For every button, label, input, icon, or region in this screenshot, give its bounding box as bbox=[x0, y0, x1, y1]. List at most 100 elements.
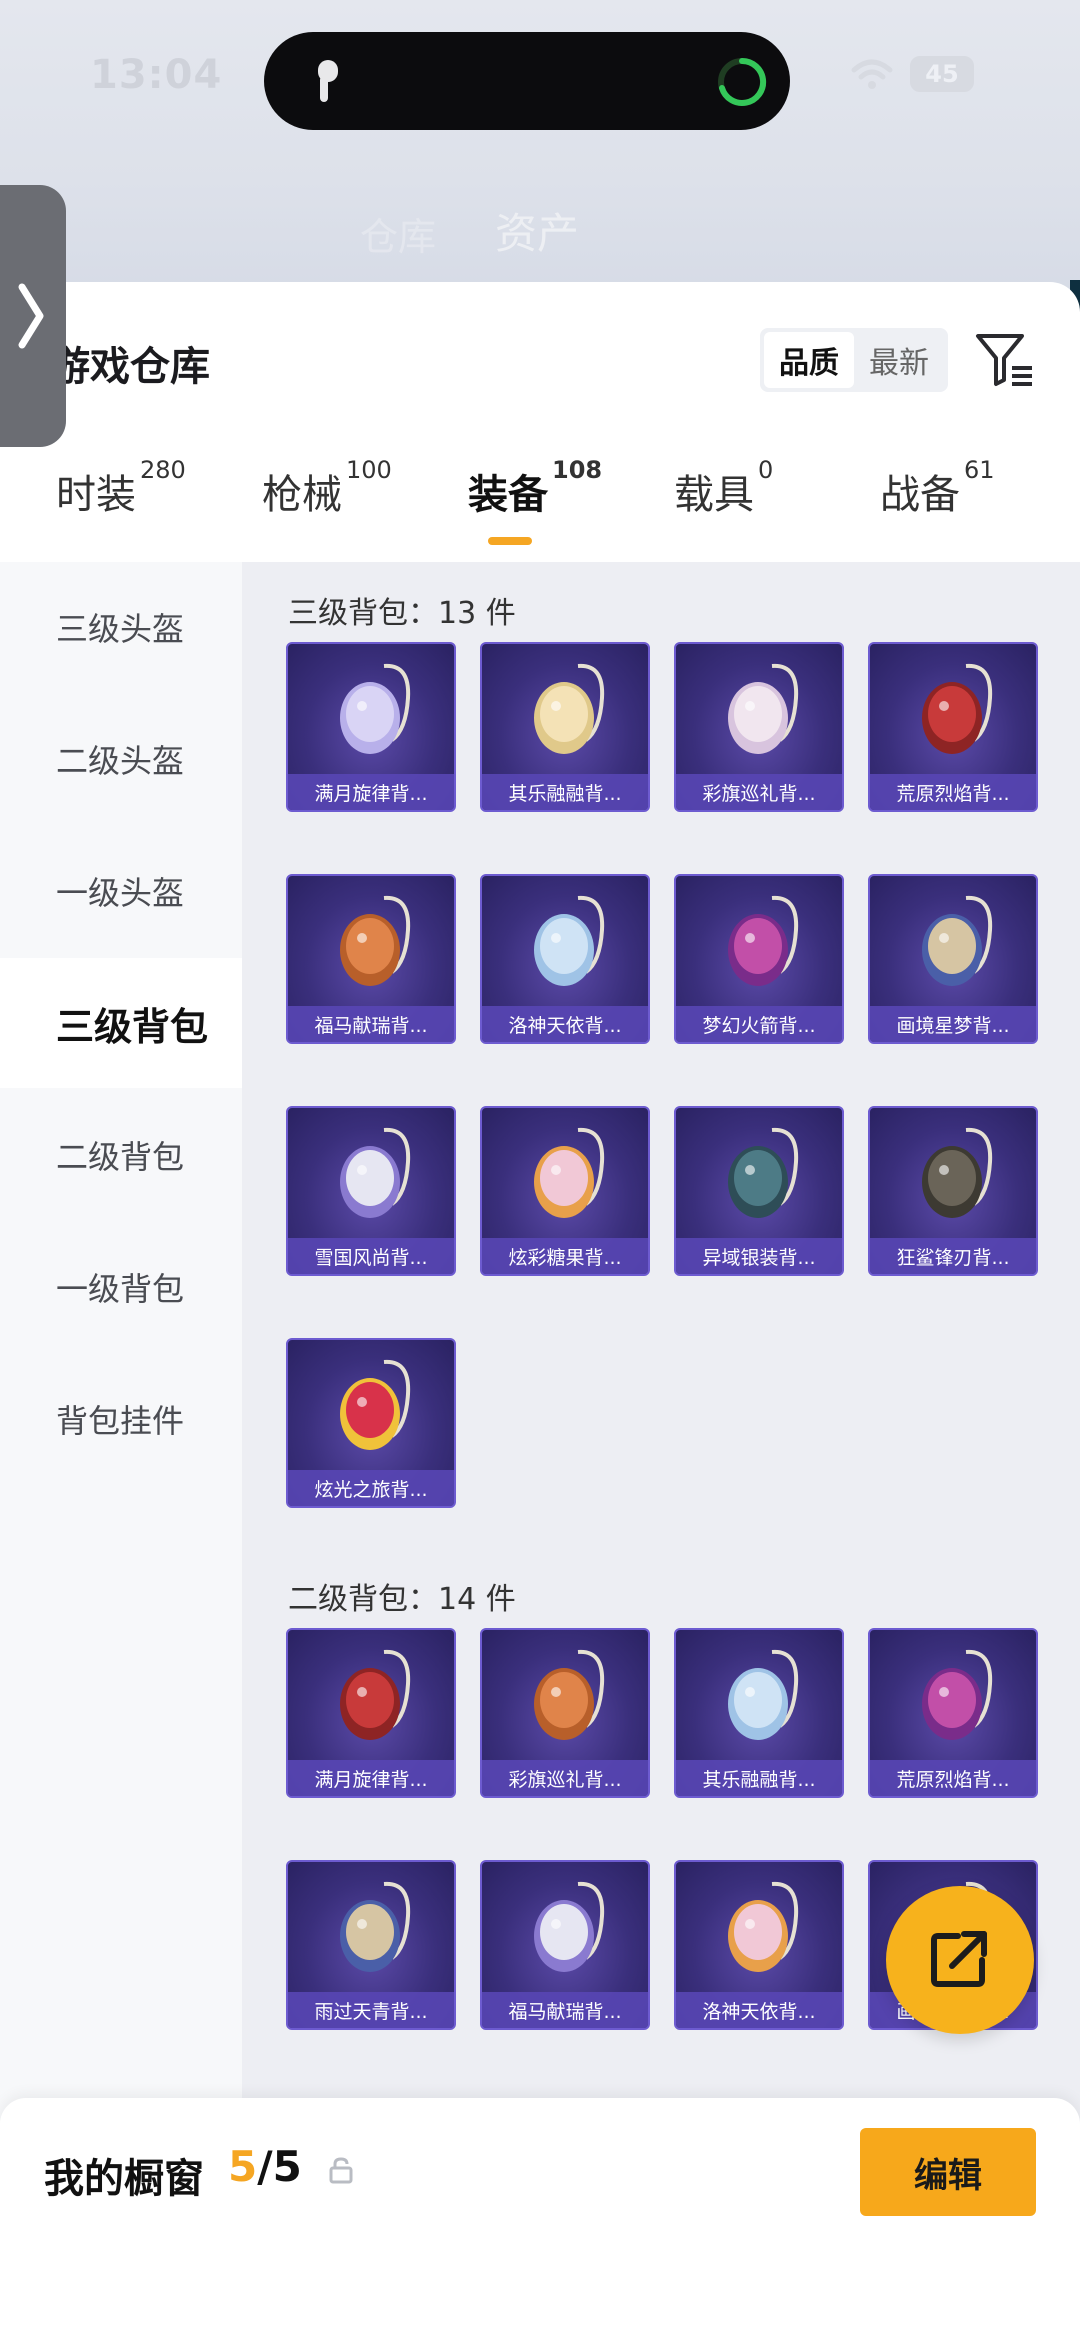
item-card[interactable]: 雪国风尚背... bbox=[286, 1106, 456, 1276]
background-left-text: 仓库 bbox=[360, 215, 437, 259]
backpack-thumbnail-icon bbox=[340, 663, 411, 754]
item-name: 画境星梦背... bbox=[870, 1006, 1036, 1042]
sidebar-item-lvl3-helmet[interactable]: 三级头盔 bbox=[0, 562, 242, 692]
share-icon bbox=[931, 1931, 987, 1987]
backpack-thumbnail-icon bbox=[340, 1649, 411, 1740]
filter-icon[interactable] bbox=[974, 330, 1036, 390]
showcase-max: /5 bbox=[257, 2142, 302, 2191]
sort-newest-button[interactable]: 最新 bbox=[854, 332, 944, 388]
battery-icon: 45 bbox=[910, 56, 974, 92]
item-name: 荒原烈焰背... bbox=[870, 774, 1036, 810]
item-name: 彩旗巡礼背... bbox=[676, 774, 842, 810]
backpack-thumbnail-icon bbox=[922, 895, 993, 986]
item-name: 洛神天依背... bbox=[482, 1006, 648, 1042]
item-grid-lvl3: 满月旋律背... 其乐融融背... 彩旗巡礼背... 荒原烈焰背... 福马献瑞背...… bbox=[286, 642, 1038, 1508]
page-title: 游戏仓库 bbox=[50, 344, 210, 390]
tab-label: 装备 bbox=[468, 472, 548, 518]
item-card[interactable]: 彩旗巡礼背... bbox=[480, 1628, 650, 1798]
item-card[interactable]: 异域银装背... bbox=[674, 1106, 844, 1276]
backpack-thumbnail-icon bbox=[534, 1127, 605, 1218]
item-card[interactable]: 福马献瑞背... bbox=[480, 1860, 650, 2030]
edit-button[interactable]: 编辑 bbox=[860, 2128, 1036, 2216]
backpack-thumbnail-icon bbox=[534, 895, 605, 986]
showcase-title: 我的橱窗 bbox=[44, 2156, 204, 2202]
item-name: 荒原烈焰背... bbox=[870, 1760, 1036, 1796]
item-name: 雪国风尚背... bbox=[288, 1238, 454, 1274]
item-card[interactable]: 画境星梦背... bbox=[868, 874, 1038, 1044]
sidebar-item-lvl1-backpack[interactable]: 一级背包 bbox=[0, 1222, 242, 1352]
item-card[interactable]: 荒原烈焰背... bbox=[868, 1628, 1038, 1798]
tab-label: 战备 bbox=[880, 472, 960, 518]
item-name: 洛神天依背... bbox=[676, 1992, 842, 2028]
backpack-thumbnail-icon bbox=[922, 1127, 993, 1218]
battery-level: 45 bbox=[925, 60, 959, 88]
showcase-bar: 我的橱窗 5/5 编辑 bbox=[0, 2098, 1080, 2341]
item-card[interactable]: 梦幻火箭背... bbox=[674, 874, 844, 1044]
tab-firearms[interactable]: 枪械100 bbox=[262, 456, 392, 520]
progress-ring-icon bbox=[718, 57, 767, 106]
item-card[interactable]: 雨过天青背... bbox=[286, 1860, 456, 2030]
sort-toggle: 品质 最新 bbox=[760, 328, 948, 392]
item-name: 炫光之旅背... bbox=[288, 1470, 454, 1506]
item-name: 满月旋律背... bbox=[288, 774, 454, 810]
share-button[interactable] bbox=[886, 1886, 1034, 2034]
item-card[interactable]: 其乐融融背... bbox=[480, 642, 650, 812]
item-name: 其乐融融背... bbox=[482, 774, 648, 810]
tab-label: 枪械 bbox=[262, 472, 342, 518]
item-card[interactable]: 洛神天依背... bbox=[480, 874, 650, 1044]
tab-label: 时装 bbox=[56, 472, 136, 518]
showcase-current: 5 bbox=[228, 2142, 258, 2191]
item-name: 狂鲨锋刃背... bbox=[870, 1238, 1036, 1274]
tab-vehicles[interactable]: 载具0 bbox=[674, 456, 773, 520]
warehouse-panel: 游戏仓库 品质 最新 时装280 枪械100 装备108 载具0 战备61 三级… bbox=[0, 282, 1080, 2341]
sidebar-item-backpack-pendant[interactable]: 背包挂件 bbox=[0, 1354, 242, 1484]
tab-label: 载具 bbox=[674, 472, 754, 518]
tab-equipment[interactable]: 装备108 bbox=[468, 456, 602, 520]
tab-count: 100 bbox=[346, 456, 392, 484]
backpack-thumbnail-icon bbox=[728, 1649, 799, 1740]
item-name: 炫彩糖果背... bbox=[482, 1238, 648, 1274]
sidebar-item-lvl3-backpack[interactable]: 三级背包 bbox=[0, 958, 242, 1088]
tab-count: 0 bbox=[758, 456, 774, 484]
backpack-thumbnail-icon bbox=[728, 895, 799, 986]
tab-supplies[interactable]: 战备61 bbox=[880, 456, 995, 520]
status-time: 13:04 bbox=[90, 52, 223, 98]
backpack-thumbnail-icon bbox=[534, 1881, 605, 1972]
item-name: 其乐融融背... bbox=[676, 1760, 842, 1796]
sidebar-item-lvl2-backpack[interactable]: 二级背包 bbox=[0, 1090, 242, 1220]
backpack-thumbnail-icon bbox=[922, 1649, 993, 1740]
tab-count: 108 bbox=[552, 456, 603, 484]
item-name: 彩旗巡礼背... bbox=[482, 1760, 648, 1796]
backpack-thumbnail-icon bbox=[728, 663, 799, 754]
item-card[interactable]: 狂鲨锋刃背... bbox=[868, 1106, 1038, 1276]
item-name: 满月旋律背... bbox=[288, 1760, 454, 1796]
backpack-thumbnail-icon bbox=[728, 1881, 799, 1972]
item-card[interactable]: 荒原烈焰背... bbox=[868, 642, 1038, 812]
sidebar-item-lvl1-helmet[interactable]: 一级头盔 bbox=[0, 826, 242, 956]
item-name: 福马献瑞背... bbox=[482, 1992, 648, 2028]
item-card[interactable]: 福马献瑞背... bbox=[286, 874, 456, 1044]
item-card[interactable]: 炫彩糖果背... bbox=[480, 1106, 650, 1276]
sidebar-item-lvl2-helmet[interactable]: 二级头盔 bbox=[0, 694, 242, 824]
backpack-thumbnail-icon bbox=[534, 663, 605, 754]
item-card[interactable]: 满月旋律背... bbox=[286, 642, 456, 812]
section-heading-lvl3-backpack: 三级背包：13 件 bbox=[288, 596, 516, 631]
backpack-thumbnail-icon bbox=[340, 1359, 411, 1450]
item-card[interactable]: 炫光之旅背... bbox=[286, 1338, 456, 1508]
side-drawer-handle[interactable] bbox=[0, 185, 66, 447]
item-card[interactable]: 其乐融融背... bbox=[674, 1628, 844, 1798]
section-heading-lvl2-backpack: 二级背包：14 件 bbox=[288, 1582, 516, 1617]
backpack-thumbnail-icon bbox=[534, 1649, 605, 1740]
item-card[interactable]: 彩旗巡礼背... bbox=[674, 642, 844, 812]
sort-quality-button[interactable]: 品质 bbox=[764, 332, 854, 388]
item-name: 福马献瑞背... bbox=[288, 1006, 454, 1042]
showcase-count: 5/5 bbox=[228, 2142, 302, 2191]
tab-fashion[interactable]: 时装280 bbox=[56, 456, 186, 520]
backpack-thumbnail-icon bbox=[340, 1127, 411, 1218]
item-card[interactable]: 满月旋律背... bbox=[286, 1628, 456, 1798]
item-card[interactable]: 洛神天依背... bbox=[674, 1860, 844, 2030]
tab-count: 61 bbox=[964, 456, 995, 484]
backpack-thumbnail-icon bbox=[340, 1881, 411, 1972]
item-name: 异域银装背... bbox=[676, 1238, 842, 1274]
item-content: 三级背包：13 件 满月旋律背... 其乐融融背... 彩旗巡礼背... 荒原烈焰背.… bbox=[242, 562, 1080, 2341]
